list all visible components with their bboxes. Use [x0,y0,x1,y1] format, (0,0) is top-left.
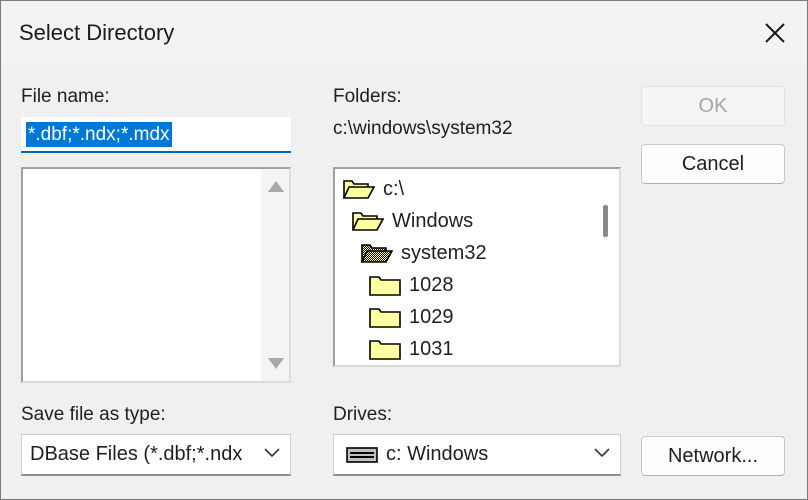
folder-label: 1029 [409,305,454,328]
current-path: c:\windows\system32 [333,118,513,139]
file-list[interactable] [21,167,291,383]
folder-icon [369,340,401,360]
folder-item-system32[interactable]: system32 [361,238,487,268]
folder-label: c:\ [383,177,405,200]
cancel-button[interactable]: Cancel [641,144,785,184]
scrollbar-thumb[interactable] [603,205,608,237]
select-directory-dialog: Select Directory File name: *.dbf;*.ndx;… [0,0,808,500]
folder-icon [369,308,401,328]
folder-label: Windows [392,209,474,232]
folder-label: 1028 [409,273,454,296]
open-folder-icon [352,212,384,231]
save-type-label: Save file as type: [21,404,166,425]
title-bar: Select Directory [1,1,807,65]
folder-tree[interactable]: c:\ Windows system32 1028 1029 1031 [333,167,621,367]
ok-button[interactable]: OK [641,86,785,126]
close-icon [765,23,785,43]
folder-item-root[interactable]: c:\ [343,174,404,204]
save-type-select[interactable]: DBase Files (*.dbf;*.ndx [21,434,291,476]
save-type-value: DBase Files (*.dbf;*.ndx [30,443,243,465]
drives-value: c: Windows [386,443,489,465]
folder-tree-scrollbar[interactable] [591,169,619,365]
file-name-selected-text: *.dbf;*.ndx;*.mdx [26,122,172,147]
chevron-down-icon [264,448,280,458]
network-button[interactable]: Network... [641,436,785,476]
folder-item-1031[interactable]: 1031 [369,334,454,364]
folder-item-windows[interactable]: Windows [352,206,473,236]
scroll-down-arrow-icon[interactable] [268,358,284,369]
open-folder-selected-icon [361,244,393,263]
file-name-label: File name: [21,86,110,107]
drives-label: Drives: [333,404,393,425]
close-button[interactable] [743,1,807,65]
folder-item-1028[interactable]: 1028 [369,270,454,300]
scroll-up-arrow-icon[interactable] [268,181,284,192]
chevron-down-icon [594,448,610,458]
drives-select[interactable]: c: Windows [333,434,621,476]
dialog-title: Select Directory [19,20,175,45]
folder-icon [369,276,401,296]
file-list-scrollbar[interactable] [261,169,289,381]
folder-label: system32 [401,241,487,264]
open-folder-icon [343,180,375,199]
folders-label: Folders: [333,86,402,107]
drive-icon [346,446,378,463]
folder-item-1029[interactable]: 1029 [369,302,454,332]
folder-label: 1031 [409,337,454,360]
file-name-input[interactable]: *.dbf;*.ndx;*.mdx [21,117,291,153]
